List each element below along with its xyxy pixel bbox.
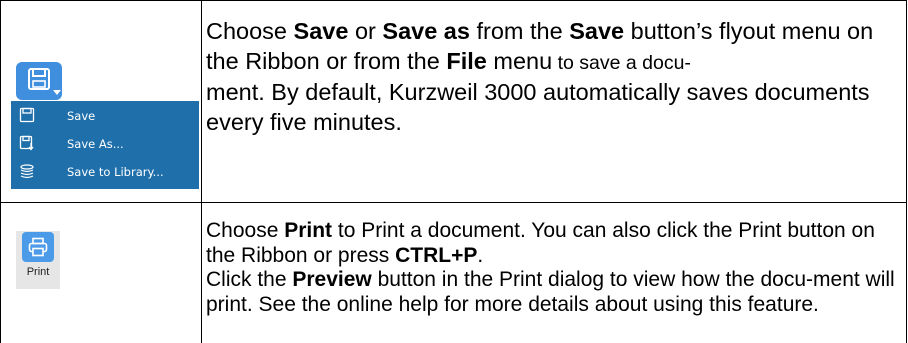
table-border-right [906,0,907,343]
text-segment: . [477,243,484,267]
save-button[interactable] [16,62,62,100]
row-divider [0,202,907,203]
save-flyout-menu: Save Save As... Save to Library... [11,101,199,189]
menu-item-save-as[interactable]: Save As... [11,131,199,157]
text-segment: Choose [206,18,294,44]
save-description: Choose Save or Save as from the Save but… [206,17,896,137]
text-segment: to save a docu- [552,51,691,74]
chevron-down-icon [53,90,61,95]
print-button[interactable]: Print [16,231,60,289]
text-bold: CTRL+P [395,243,478,267]
menu-item-label: Save to Library... [67,165,164,179]
text-bold: Save as [382,18,470,44]
save-to-library-icon [20,164,34,179]
menu-item-save-to-library[interactable]: Save to Library... [11,159,199,185]
table-border-left [0,0,1,343]
text-bold: Save [569,18,625,44]
help-table: Save Save As... Save to Library... Choos… [0,0,907,343]
text-bold: Preview [292,268,372,291]
print-description: Choose Print to Print a document. You ca… [206,219,896,317]
text-bold: Print [284,219,333,242]
menu-item-label: Save As... [67,137,124,151]
text-segment: menu [486,47,553,74]
save-icon [28,68,50,90]
text-bold: Save [293,18,349,44]
save-as-icon [19,135,34,151]
print-button-icon-area [22,232,54,262]
text-segment: or [348,18,383,44]
text-segment: from the [469,18,570,44]
text-segment: Choose [206,219,285,242]
table-border-top [0,0,907,1]
menu-item-save[interactable]: Save [11,103,199,129]
printer-icon [28,237,48,257]
save-icon [19,107,35,123]
text-segment: Click the [206,268,293,291]
menu-item-label: Save [67,109,96,123]
text-bold: File [446,47,487,74]
text-segment: ment. By default, Kurzweil 3000 automati… [206,79,870,135]
print-button-label: Print [26,266,50,278]
column-divider [201,0,202,343]
